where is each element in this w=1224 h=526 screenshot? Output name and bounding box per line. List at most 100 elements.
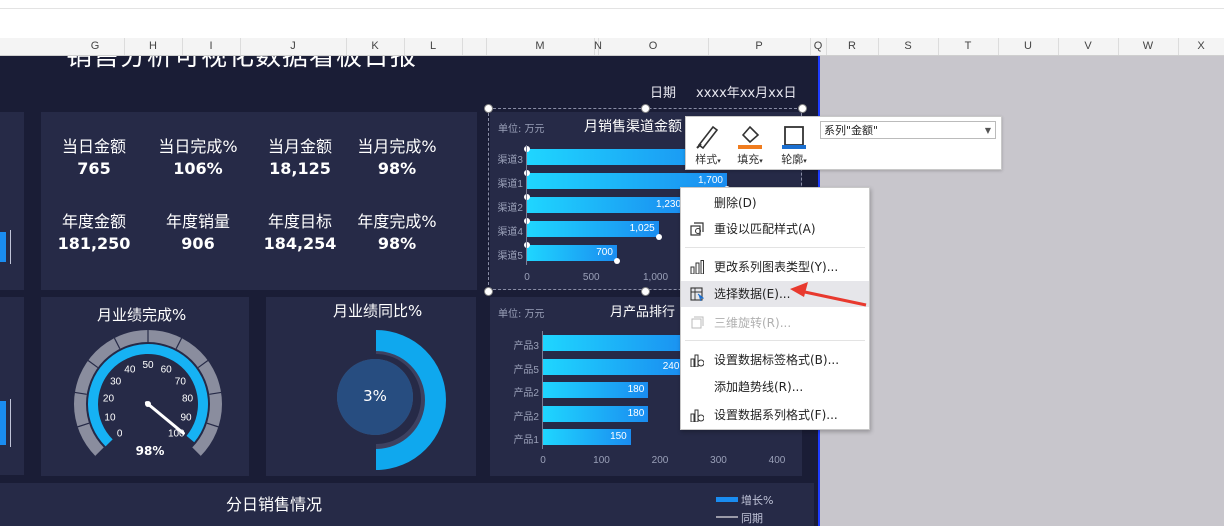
- category-label: 产品1: [513, 435, 539, 446]
- menu-item-format-data-series[interactable]: 设置数据系列格式(F)...: [681, 402, 869, 428]
- toolbar-divider: [0, 8, 1224, 9]
- category-label: 渠道3: [497, 155, 523, 166]
- menu-item-label: 设置数据系列格式(F)...: [714, 408, 838, 422]
- kpi-label: 年度完成%: [357, 212, 437, 231]
- column-header[interactable]: J: [240, 38, 347, 55]
- gauge-tick-label: 20: [103, 394, 115, 405]
- resize-handle[interactable]: [484, 287, 493, 296]
- column-header[interactable]: S: [878, 38, 939, 55]
- menu-item-label: 添加趋势线(R)...: [714, 380, 804, 394]
- column-header-blank: [0, 38, 52, 55]
- fill-button[interactable]: 填充▾: [730, 119, 770, 167]
- kpi-label: 当日完成%: [158, 137, 238, 156]
- kpi-value: 106%: [173, 159, 223, 178]
- column-header[interactable]: T: [938, 38, 999, 55]
- menu-item-change-chart-type[interactable]: 更改系列图表类型(Y)...: [681, 254, 869, 280]
- gauge-needle: [144, 401, 185, 435]
- kpi-label: 当月完成%: [357, 137, 437, 156]
- bar-selection-handle[interactable]: [613, 258, 620, 264]
- menu-item-label: 选择数据(E)...: [714, 287, 791, 301]
- kpi-label: 当月金额: [267, 137, 332, 156]
- outline-icon: [782, 126, 806, 149]
- resize-handle[interactable]: [798, 104, 807, 113]
- menu-item-select-data[interactable]: 选择数据(E)...: [681, 281, 869, 307]
- menu-item-reset-style[interactable]: 重设以匹配样式(A): [681, 216, 869, 242]
- outline-button[interactable]: 轮廓▾: [774, 119, 814, 167]
- x-tick-label: 200: [651, 455, 669, 466]
- column-header[interactable]: O: [598, 38, 709, 55]
- series-select-value: 系列"金额": [824, 124, 879, 137]
- y-axis-line: [542, 331, 543, 449]
- column-header[interactable]: G: [66, 38, 125, 55]
- column-header[interactable]: L: [404, 38, 463, 55]
- gauge-panel: 月业绩完成% 0 10 20 30 40 50 60 70 80 90 100 98%: [41, 297, 249, 476]
- date-value: xxxx年xx月xx日: [696, 86, 797, 101]
- bar-chart-icon: [690, 260, 704, 274]
- left-panel-top: [0, 112, 24, 290]
- x-tick-label: 300: [710, 455, 727, 466]
- x-tick-label: 100: [593, 455, 610, 466]
- menu-item-label: 删除(D): [714, 196, 757, 210]
- left-axis: [10, 230, 11, 264]
- daily-sales-panel: 分日销售情况 增长% 同期: [0, 483, 814, 526]
- menu-item-format-data-labels[interactable]: 设置数据标签格式(B)...: [681, 347, 869, 373]
- x-tick-label: 400: [768, 455, 786, 466]
- legend-prior: 同期: [741, 512, 763, 525]
- menu-item-label: 重设以匹配样式(A): [714, 222, 816, 236]
- dashboard-title: 销售分析可视化数据看板日报: [66, 56, 418, 72]
- column-header[interactable]: P: [708, 38, 811, 55]
- column-header[interactable]: V: [1058, 38, 1119, 55]
- date-label: 日期: [650, 86, 677, 101]
- bar-value-label: 150: [610, 431, 627, 442]
- menu-item-3d-rotate[interactable]: 三维旋转(R)...: [681, 310, 869, 336]
- chart-format-toolbar: 样式▾ 填充▾ 轮廓▾ 系列"金额" ▼: [685, 116, 1002, 170]
- resize-handle[interactable]: [641, 104, 650, 113]
- menu-item-add-trendline[interactable]: 添加趋势线(R)...: [681, 374, 869, 400]
- column-header[interactable]: X: [1178, 38, 1224, 55]
- menu-item-delete[interactable]: 删除(D): [681, 190, 869, 216]
- column-header[interactable]: H: [124, 38, 183, 55]
- column-header[interactable]: R: [826, 38, 879, 55]
- column-header[interactable]: Q: [810, 38, 827, 55]
- kpi-label: 当日金额: [61, 137, 126, 156]
- gauge-tick-label: 80: [182, 394, 194, 405]
- column-header[interactable]: U: [998, 38, 1059, 55]
- category-label: 产品2: [513, 388, 539, 399]
- menu-item-label: 更改系列图表类型(Y)...: [714, 260, 839, 274]
- resize-handle[interactable]: [484, 104, 493, 113]
- bar-selection-handle[interactable]: [524, 218, 530, 224]
- column-header[interactable]: K: [346, 38, 405, 55]
- outline-label: 轮廓▾: [781, 153, 807, 166]
- kpi-value: 181,250: [57, 234, 131, 253]
- column-header-row: G H I J K L M N O P Q R S T U V W X: [0, 38, 1224, 56]
- series-select[interactable]: 系列"金额" ▼: [820, 121, 996, 139]
- legend-swatch-growth: [716, 497, 738, 502]
- format-label-icon: [690, 354, 704, 367]
- column-header[interactable]: M: [486, 38, 595, 55]
- bar-selection-handle[interactable]: [524, 242, 530, 248]
- column-header[interactable]: W: [1118, 38, 1179, 55]
- gauge-tick-label: 10: [104, 412, 116, 423]
- kpi-value: 18,125: [269, 159, 331, 178]
- kpi-value: 906: [181, 234, 215, 253]
- bar-selection-handle[interactable]: [524, 194, 530, 200]
- bar-value-label: 180: [627, 384, 645, 395]
- rotate-3d-icon: [691, 316, 704, 329]
- gauge-tick-label: 90: [180, 412, 192, 423]
- category-label: 产品3: [513, 341, 539, 352]
- donut-value-label: 3%: [363, 387, 387, 405]
- daily-sales-title: 分日销售情况: [226, 495, 323, 514]
- context-menu: 删除(D) 重设以匹配样式(A) 更改系列图表类型(Y)... 选择数据(E).…: [680, 187, 870, 430]
- bar-selection-handle[interactable]: [655, 234, 662, 240]
- bar-value-label: 1,025: [629, 223, 655, 234]
- resize-handle[interactable]: [641, 287, 650, 296]
- legend-growth: 增长%: [741, 494, 774, 507]
- style-button[interactable]: 样式▾: [688, 119, 728, 167]
- kpi-value: 98%: [377, 234, 417, 253]
- column-header[interactable]: I: [182, 38, 241, 55]
- bar-selection-handle[interactable]: [524, 146, 530, 152]
- bar-selection-handle[interactable]: [524, 170, 530, 176]
- y-axis-line: [526, 145, 527, 265]
- bar[interactable]: [543, 335, 696, 351]
- category-label: 渠道2: [497, 203, 523, 214]
